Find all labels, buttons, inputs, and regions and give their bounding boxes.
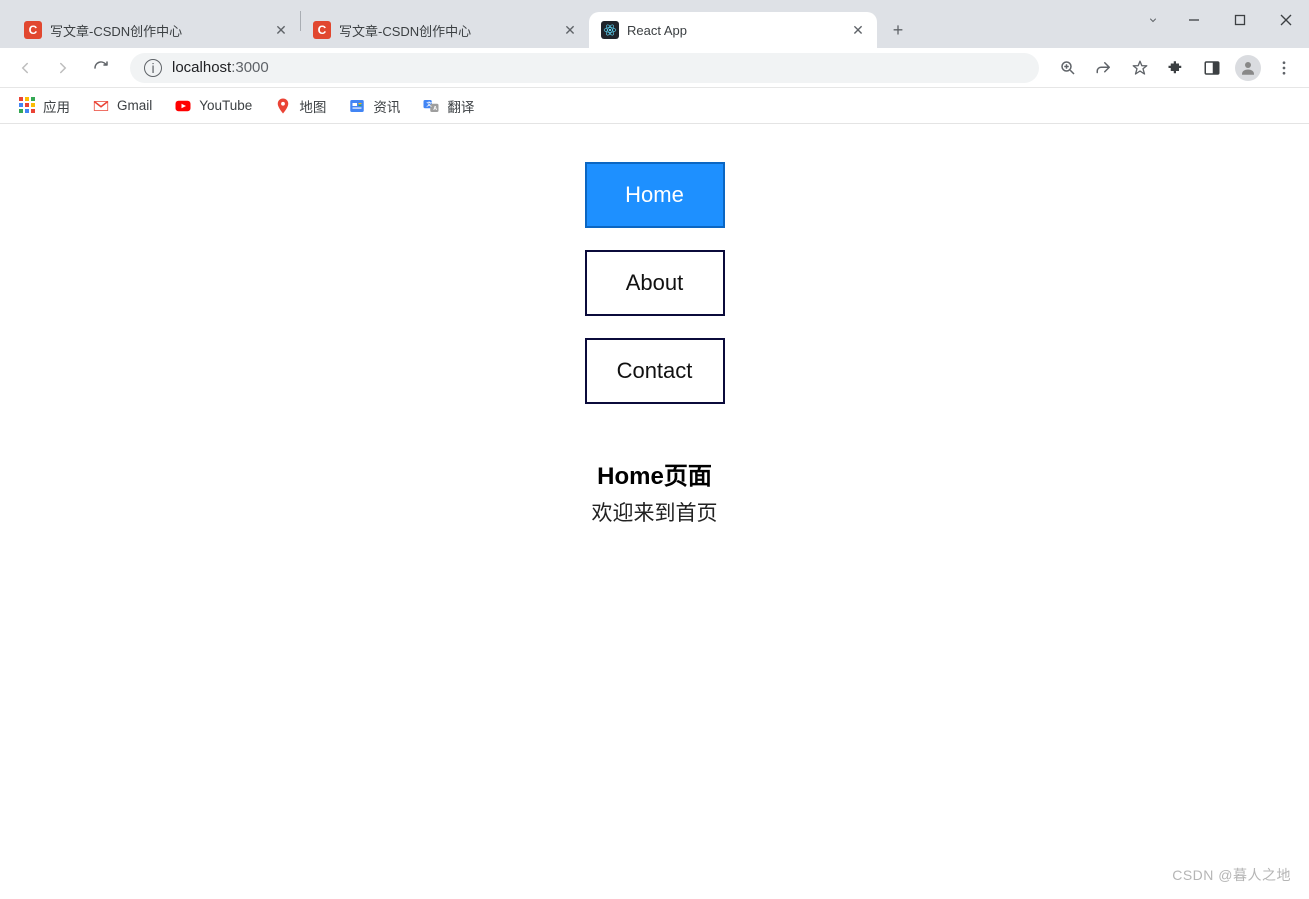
avatar-icon (1235, 55, 1261, 81)
window-close-button[interactable] (1263, 0, 1309, 40)
browser-tab[interactable]: C 写文章-CSDN创作中心 ✕ (301, 12, 589, 48)
menu-kebab-icon[interactable] (1267, 51, 1301, 85)
nav-link-about[interactable]: About (585, 250, 725, 316)
bookmark-label: 资讯 (373, 96, 400, 116)
svg-text:A: A (434, 105, 438, 111)
translate-icon: 文A (422, 97, 440, 115)
bookmark-apps[interactable]: 应用 (10, 91, 78, 121)
tab-title: 写文章-CSDN创作中心 (339, 21, 553, 40)
watermark: CSDN @暮人之地 (1172, 865, 1291, 885)
forward-button[interactable] (46, 51, 80, 85)
bookmark-label: 地图 (299, 96, 326, 116)
bookmark-youtube[interactable]: YouTube (166, 92, 260, 120)
browser-tab[interactable]: C 写文章-CSDN创作中心 ✕ (12, 12, 300, 48)
browser-tab-active[interactable]: React App ✕ (589, 12, 877, 48)
window-controls (1135, 0, 1309, 40)
news-icon (348, 97, 366, 115)
gmail-icon (92, 97, 110, 115)
profile-avatar[interactable] (1231, 51, 1265, 85)
bookmark-label: 翻译 (447, 96, 474, 116)
page-subtitle: 欢迎来到首页 (592, 497, 718, 527)
browser-toolbar: i localhost:3000 (0, 48, 1309, 88)
reload-button[interactable] (84, 51, 118, 85)
close-icon[interactable]: ✕ (561, 21, 579, 39)
bookmark-news[interactable]: 资讯 (340, 91, 408, 121)
side-panel-icon[interactable] (1195, 51, 1229, 85)
bookmark-gmail[interactable]: Gmail (84, 92, 160, 120)
close-icon[interactable]: ✕ (849, 21, 867, 39)
window-maximize-button[interactable] (1217, 0, 1263, 40)
window-minimize-button[interactable] (1171, 0, 1217, 40)
bookmark-maps[interactable]: 地图 (266, 91, 334, 121)
browser-tabbar: C 写文章-CSDN创作中心 ✕ C 写文章-CSDN创作中心 ✕ React … (0, 0, 1309, 48)
apps-grid-icon (18, 97, 36, 115)
tab-title: 写文章-CSDN创作中心 (50, 21, 264, 40)
nav-link-contact[interactable]: Contact (585, 338, 725, 404)
bookmark-label: Gmail (117, 98, 152, 113)
bookmark-translate[interactable]: 文A 翻译 (414, 91, 482, 121)
nav-link-home[interactable]: Home (585, 162, 725, 228)
site-info-icon[interactable]: i (144, 59, 162, 77)
csdn-favicon-icon: C (313, 21, 331, 39)
extensions-icon[interactable] (1159, 51, 1193, 85)
bookmark-star-icon[interactable] (1123, 51, 1157, 85)
csdn-favicon-icon: C (24, 21, 42, 39)
tab-title: React App (627, 23, 841, 38)
page-heading: Home页面 (597, 456, 712, 491)
back-button[interactable] (8, 51, 42, 85)
bookmark-label: YouTube (199, 98, 252, 113)
react-favicon-icon (601, 21, 619, 39)
close-icon[interactable]: ✕ (272, 21, 290, 39)
address-bar[interactable]: i localhost:3000 (130, 53, 1039, 83)
bookmarks-bar: 应用 Gmail YouTube 地图 资讯 文A 翻译 (0, 88, 1309, 124)
youtube-icon (174, 97, 192, 115)
maps-icon (274, 97, 292, 115)
page-viewport: Home About Contact Home页面 欢迎来到首页 (0, 124, 1309, 899)
share-icon[interactable] (1087, 51, 1121, 85)
tab-search-button[interactable] (1135, 0, 1171, 40)
url-host: localhost:3000 (172, 59, 269, 76)
zoom-icon[interactable] (1051, 51, 1085, 85)
new-tab-button[interactable]: + (883, 15, 913, 45)
bookmark-label: 应用 (43, 96, 70, 116)
